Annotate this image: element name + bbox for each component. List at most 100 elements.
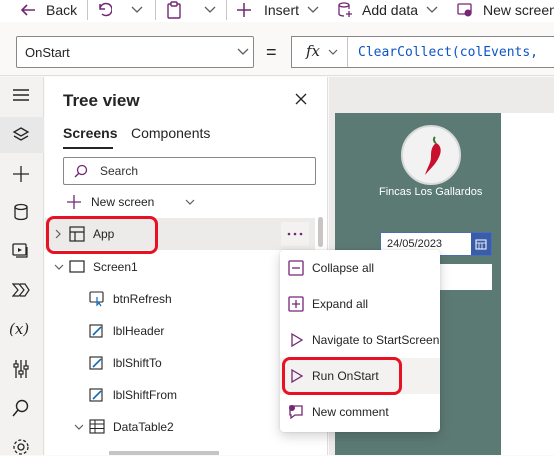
menu-item-label: Navigate to StartScreen bbox=[312, 333, 440, 347]
advanced-tools-rail-button[interactable] bbox=[13, 359, 29, 379]
gear-icon bbox=[13, 439, 29, 455]
comment-icon bbox=[289, 405, 303, 420]
chevron-down-icon bbox=[328, 49, 338, 55]
tree-node-label: DataTable2 bbox=[113, 420, 174, 434]
database-icon bbox=[14, 203, 28, 221]
back-label: Back bbox=[46, 2, 78, 18]
menu-item-collapse-all[interactable]: Collapse all bbox=[280, 250, 440, 286]
chevron-down-icon bbox=[307, 6, 319, 13]
new-screen-label: New screen bbox=[483, 2, 554, 18]
tree-node-label: btnRefresh bbox=[113, 292, 172, 306]
insert-label: Insert bbox=[264, 2, 300, 18]
tree-view-button[interactable] bbox=[12, 126, 30, 144]
label-edit-icon bbox=[89, 324, 103, 338]
back-arrow-icon bbox=[20, 4, 35, 16]
menu-item-expand-all[interactable]: Expand all bbox=[280, 286, 440, 322]
tree-scrollbar[interactable] bbox=[318, 217, 323, 247]
hamburger-icon bbox=[13, 89, 29, 101]
insert-rail-button[interactable] bbox=[12, 165, 30, 183]
expand-icon bbox=[288, 296, 304, 312]
new-screen-icon bbox=[457, 3, 472, 17]
paste-dropdown[interactable] bbox=[204, 0, 216, 20]
screen-icon bbox=[69, 260, 85, 273]
chevron-down-icon bbox=[54, 264, 64, 270]
context-menu: Collapse all Expand all Navigate to Star… bbox=[280, 250, 440, 432]
formula-text: ClearCollect(colEvents, bbox=[358, 45, 539, 60]
calendar-button[interactable] bbox=[471, 233, 491, 255]
property-dropdown[interactable]: OnStart bbox=[16, 36, 254, 68]
tab-components[interactable]: Components bbox=[131, 125, 210, 141]
label-edit-icon bbox=[89, 356, 103, 370]
database-add-icon bbox=[338, 2, 352, 17]
white-panel bbox=[501, 113, 554, 455]
collapse-icon bbox=[288, 260, 304, 276]
tree-node-label: Screen1 bbox=[93, 260, 138, 274]
equals-sign: = bbox=[266, 42, 277, 62]
tree-node-screen1[interactable]: Screen1 bbox=[45, 251, 315, 283]
chevron-down-icon bbox=[131, 6, 143, 13]
undo-button[interactable] bbox=[96, 0, 112, 20]
media-rail-button[interactable] bbox=[12, 241, 30, 259]
new-screen-tree-button[interactable]: New screen bbox=[67, 193, 197, 213]
power-automate-rail-button[interactable] bbox=[12, 282, 30, 298]
paste-button[interactable] bbox=[166, 0, 182, 20]
chevron-down-icon bbox=[237, 48, 249, 55]
power-automate-icon bbox=[12, 283, 30, 297]
hamburger-menu-button[interactable] bbox=[12, 88, 30, 102]
menu-item-label: New comment bbox=[312, 405, 389, 419]
table-icon bbox=[89, 419, 105, 434]
annotation-highlight-run-onstart bbox=[282, 357, 402, 395]
plus-icon bbox=[237, 3, 251, 17]
formula-input[interactable]: fx ClearCollect(colEvents, bbox=[291, 36, 554, 68]
calendar-icon bbox=[475, 239, 487, 250]
formula-bar: OnStart = fx ClearCollect(colEvents, bbox=[0, 32, 554, 76]
variables-rail-button[interactable]: (𝑥) bbox=[9, 320, 29, 338]
tools-icon bbox=[13, 360, 29, 378]
search-input[interactable]: Search bbox=[63, 157, 316, 185]
tree-node-lblheader[interactable]: lblHeader bbox=[45, 315, 315, 347]
property-value: OnStart bbox=[25, 45, 70, 60]
brand-logo bbox=[401, 125, 461, 185]
chili-pepper-icon bbox=[425, 136, 441, 175]
tab-screens[interactable]: Screens bbox=[63, 125, 117, 141]
left-rail: (𝑥) bbox=[0, 77, 44, 455]
menu-item-new-comment[interactable]: New comment bbox=[280, 394, 440, 430]
fx-label: fx bbox=[306, 42, 321, 60]
media-icon bbox=[12, 243, 28, 258]
tree-node-btnrefresh[interactable]: btnRefresh bbox=[45, 283, 315, 315]
insert-button[interactable]: Insert bbox=[237, 0, 319, 20]
cut-off-row bbox=[109, 451, 219, 455]
close-tree-button[interactable] bbox=[295, 93, 307, 105]
search-icon bbox=[12, 399, 29, 417]
tree-node-datatable2[interactable]: DataTable2 bbox=[45, 411, 315, 443]
fx-button[interactable]: fx bbox=[292, 37, 348, 67]
layers-icon bbox=[12, 127, 30, 141]
command-bar: Back Insert Add data New screen bbox=[0, 0, 554, 22]
tree-view-title: Tree view bbox=[63, 91, 140, 110]
new-screen-button[interactable]: New screen bbox=[457, 0, 554, 20]
add-data-label: Add data bbox=[362, 2, 419, 18]
clipboard-icon bbox=[167, 1, 181, 19]
menu-item-label: Collapse all bbox=[312, 261, 375, 275]
search-rail-button[interactable] bbox=[12, 399, 30, 417]
plus-icon bbox=[67, 195, 81, 209]
chevron-down-icon bbox=[426, 6, 438, 13]
settings-rail-button[interactable] bbox=[12, 438, 30, 456]
search-icon bbox=[74, 164, 88, 178]
search-placeholder: Search bbox=[100, 164, 139, 178]
menu-item-navigate-to-startscreen[interactable]: Navigate to StartScreen bbox=[280, 322, 440, 358]
back-button[interactable]: Back bbox=[20, 0, 77, 20]
chevron-down-icon bbox=[204, 6, 216, 13]
undo-icon bbox=[99, 2, 112, 17]
label-edit-icon bbox=[89, 388, 103, 402]
plus-icon bbox=[13, 166, 29, 182]
data-rail-button[interactable] bbox=[13, 203, 29, 221]
annotation-highlight-app bbox=[46, 216, 158, 254]
tree-node-lblshiftfrom[interactable]: lblShiftFrom bbox=[45, 379, 315, 411]
ellipsis-icon bbox=[287, 232, 303, 236]
more-options-button[interactable] bbox=[281, 222, 309, 246]
undo-dropdown[interactable] bbox=[131, 0, 143, 20]
tree-node-lblshiftto[interactable]: lblShiftTo bbox=[45, 347, 315, 379]
new-screen-tree-label: New screen bbox=[91, 195, 155, 209]
add-data-button[interactable]: Add data bbox=[337, 0, 438, 20]
